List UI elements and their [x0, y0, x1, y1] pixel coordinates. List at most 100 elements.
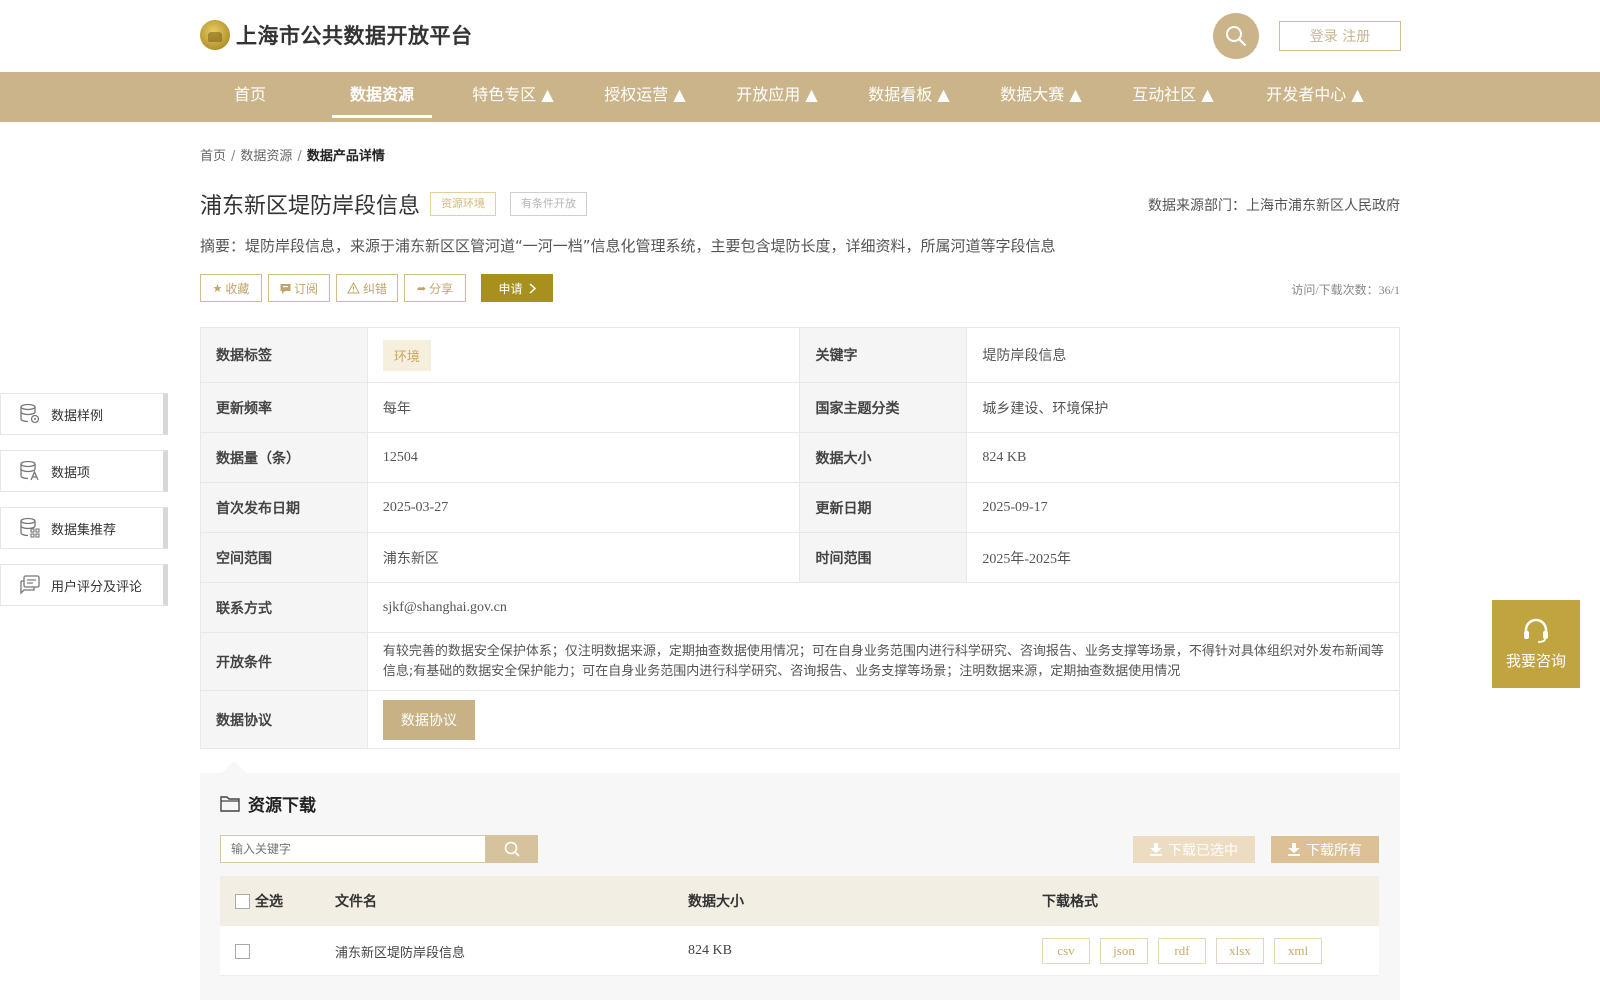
- info-label: 国家主题分类: [799, 382, 968, 433]
- format-xml-button[interactable]: xml: [1274, 938, 1322, 964]
- nav-item-competition[interactable]: 数据大赛 ▲: [996, 72, 1086, 122]
- info-label: 更新日期: [799, 482, 968, 533]
- dataset-info-table: 数据标签 环境 关键字 堤防岸段信息 更新频率 每年 国家主题分类 城乡建设、环…: [200, 327, 1401, 749]
- comment-icon: [20, 575, 40, 595]
- nav-item-home[interactable]: 首页: [210, 72, 290, 122]
- format-json-button[interactable]: json: [1100, 938, 1148, 964]
- nav-item-open-apps[interactable]: 开放应用 ▲: [732, 72, 822, 122]
- database-sample-icon: [20, 403, 40, 424]
- side-item-ratings-comments[interactable]: 用户评分及评论: [0, 564, 168, 606]
- info-label: 数据协议: [200, 690, 368, 749]
- info-value: 824 KB: [966, 432, 1400, 483]
- site-logo[interactable]: 上海市公共数据开放平台: [200, 20, 473, 50]
- keyword-search-button[interactable]: [486, 835, 538, 863]
- subscribe-button[interactable]: 订阅: [268, 274, 330, 302]
- info-label: 首次发布日期: [200, 482, 368, 533]
- info-value: 浦东新区: [366, 532, 801, 583]
- info-label: 联系方式: [200, 582, 368, 633]
- chevron-right-icon: [528, 282, 536, 294]
- format-csv-button[interactable]: csv: [1042, 938, 1090, 964]
- data-protocol-button[interactable]: 数据协议: [382, 699, 475, 740]
- checkbox[interactable]: [235, 893, 250, 909]
- warning-icon: [347, 282, 360, 294]
- nav-item-dashboard[interactable]: 数据看板 ▲: [864, 72, 954, 122]
- open-type-tag: 有条件开放: [510, 192, 587, 216]
- search-icon: [1226, 26, 1247, 47]
- visit-download-count: 访问/下载次数：36/1: [1291, 283, 1400, 297]
- share-button[interactable]: ➦ 分享: [404, 274, 466, 302]
- section-pointer: [222, 761, 246, 773]
- nav-item-community[interactable]: 互动社区 ▲: [1128, 72, 1218, 122]
- info-label: 数据量（条）: [200, 432, 368, 483]
- info-value: 2025-03-27: [366, 482, 801, 533]
- site-title: 上海市公共数据开放平台: [236, 24, 473, 48]
- search-icon: [504, 841, 520, 857]
- info-label: 数据大小: [799, 432, 968, 483]
- info-value: 城乡建设、环境保护: [966, 382, 1400, 433]
- share-icon: ➦: [416, 281, 427, 295]
- download-table-header: 全选 文件名 数据大小 下载格式: [220, 876, 1379, 926]
- column-header-size: 数据大小: [688, 894, 744, 910]
- main-nav: 首页 数据资源 特色专区 ▲ 授权运营 ▲ 开放应用 ▲ 数据看板 ▲ 数据大赛…: [0, 72, 1600, 122]
- open-conditions-text: 有较完善的数据安全保护体系；仅注明数据来源，定期抽查数据使用情况；可在自身业务范…: [382, 643, 1384, 679]
- info-label: 开放条件: [200, 632, 368, 691]
- site-header: 上海市公共数据开放平台 登录 注册: [0, 0, 1600, 72]
- database-recommend-icon: [20, 517, 40, 538]
- info-label: 关键字: [799, 327, 968, 383]
- breadcrumb-resources[interactable]: 数据资源: [240, 149, 292, 164]
- nav-item-authorized-operation[interactable]: 授权运营 ▲: [600, 72, 690, 122]
- nav-item-featured[interactable]: 特色专区 ▲: [468, 72, 558, 122]
- info-label: 空间范围: [200, 532, 368, 583]
- info-value: 堤防岸段信息: [966, 327, 1400, 383]
- download-selected-button[interactable]: 下载已选中: [1133, 836, 1255, 863]
- report-error-button[interactable]: 纠错: [336, 274, 398, 302]
- download-all-button[interactable]: 下载所有: [1271, 836, 1379, 863]
- login-register-button[interactable]: 登录 注册: [1279, 21, 1401, 51]
- source-department: 数据来源部门：上海市浦东新区人民政府: [1148, 198, 1400, 214]
- format-rdf-button[interactable]: rdf: [1158, 938, 1206, 964]
- contact-email: sjkf@shanghai.gov.cn: [366, 582, 1401, 633]
- resource-download-section: 资源下载 下载已选中 下载所有 全选 文件名 数据大小 下载格式 浦东新区堤防岸…: [200, 773, 1400, 1000]
- info-value: 12504: [366, 432, 801, 483]
- header-search-button[interactable]: [1213, 13, 1259, 59]
- breadcrumb-home[interactable]: 首页: [200, 149, 226, 164]
- star-icon: ★: [212, 281, 223, 295]
- nav-item-data-resources[interactable]: 数据资源: [332, 72, 432, 122]
- file-size: 824 KB: [688, 943, 732, 958]
- topic-tag: 资源环境: [430, 192, 496, 216]
- column-header-format: 下载格式: [1042, 894, 1098, 910]
- keyword-search-input[interactable]: [220, 835, 486, 863]
- download-icon: [1288, 843, 1300, 856]
- side-item-dataset-recommend[interactable]: 数据集推荐: [0, 507, 168, 549]
- subscribe-icon: [280, 283, 291, 294]
- dataset-summary: 摘要：堤防岸段信息，来源于浦东新区区管河道“一河一档”信息化管理系统，主要包含堤…: [200, 237, 1056, 255]
- nav-item-developer-center[interactable]: 开发者中心 ▲: [1262, 72, 1368, 122]
- info-label: 时间范围: [799, 532, 968, 583]
- folder-icon: [220, 796, 240, 812]
- select-all-checkbox[interactable]: 全选: [235, 876, 283, 926]
- page-title: 浦东新区堤防岸段信息: [200, 194, 421, 219]
- shanghai-emblem-icon: [200, 20, 230, 50]
- checkbox[interactable]: [235, 943, 250, 959]
- info-label: 更新频率: [200, 382, 368, 433]
- side-item-data-fields[interactable]: 数据项: [0, 450, 168, 492]
- headset-icon: [1524, 618, 1548, 643]
- side-item-data-sample[interactable]: 数据样例: [0, 393, 168, 435]
- database-field-icon: [20, 460, 39, 481]
- format-xlsx-button[interactable]: xlsx: [1216, 938, 1264, 964]
- info-value: 2025-09-17: [966, 482, 1400, 533]
- breadcrumb-current: 数据产品详情: [306, 149, 385, 164]
- row-select[interactable]: [235, 926, 255, 976]
- info-value: 2025年-2025年: [966, 532, 1400, 583]
- info-label: 数据标签: [200, 327, 368, 383]
- apply-button[interactable]: 申请: [481, 274, 553, 302]
- info-value: 每年: [366, 382, 801, 433]
- table-row: 浦东新区堤防岸段信息 824 KB csv json rdf xlsx xml: [220, 926, 1379, 976]
- breadcrumb: 首页 / 数据资源 / 数据产品详情: [200, 149, 385, 164]
- favorite-button[interactable]: ★ 收藏: [200, 274, 262, 302]
- download-section-title: 资源下载: [220, 791, 316, 816]
- consult-button[interactable]: 我要咨询: [1492, 600, 1580, 688]
- column-header-filename: 文件名: [335, 894, 377, 910]
- data-tag-chip[interactable]: 环境: [382, 339, 431, 371]
- file-name: 浦东新区堤防岸段信息: [335, 945, 466, 961]
